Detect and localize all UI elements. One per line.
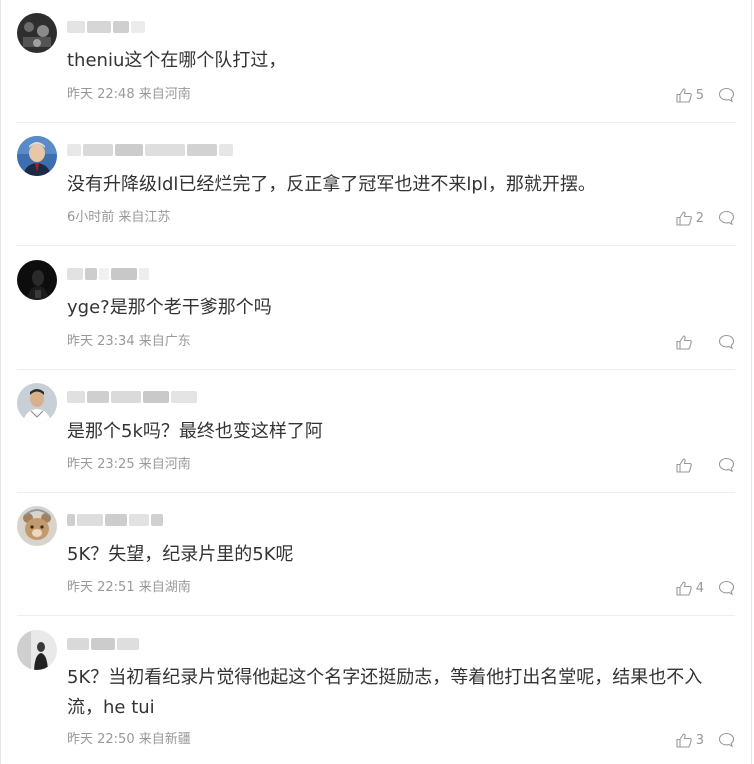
user-avatar[interactable]: [17, 506, 57, 546]
comment-bubble-icon: [718, 210, 735, 226]
user-avatar[interactable]: [17, 136, 57, 176]
username-redacted[interactable]: [67, 388, 197, 406]
comment-actions: [676, 333, 735, 351]
reply-button[interactable]: [718, 580, 735, 596]
reply-button[interactable]: [718, 334, 735, 350]
username-redacted[interactable]: [67, 18, 145, 36]
thumbs-up-icon: [676, 87, 692, 103]
comment-text: yge?是那个老干爹那个吗: [67, 297, 272, 318]
like-count: 4: [695, 580, 704, 596]
comment-meta: 昨天 22:48 来自河南: [67, 87, 191, 103]
comment-bubble-icon: [718, 457, 735, 473]
comment-bubble-icon: [718, 334, 735, 350]
reply-button[interactable]: [718, 87, 735, 103]
comment-text: 5K？失望，纪录片里的5K呢: [67, 544, 294, 565]
username-redacted[interactable]: [67, 511, 163, 529]
comment-actions: 2: [676, 209, 735, 227]
comment-location: 来自江苏: [118, 210, 171, 225]
user-avatar[interactable]: [17, 260, 57, 300]
comment-bubble-icon: [718, 732, 735, 748]
avatar-dark: [17, 13, 57, 53]
comment-location: 来自广东: [138, 334, 191, 349]
comment-item: theniu这个在哪个队打过， 昨天 22:48 来自河南 5: [1, 0, 753, 123]
avatar-figure: [17, 630, 57, 670]
comment-item: 是那个5k吗？最终也变这样了阿 昨天 23:25 来自河南: [1, 370, 753, 493]
comment-actions: 5: [676, 86, 735, 104]
avatar-bear: [17, 506, 57, 546]
user-avatar[interactable]: [17, 13, 57, 53]
thumbs-up-icon: [676, 334, 692, 350]
like-count: 3: [695, 732, 704, 748]
comment-item: yge?是那个老干爹那个吗 昨天 23:34 来自广东: [1, 246, 753, 370]
like-button[interactable]: 4: [676, 581, 704, 596]
comment-item: 5K？失望，纪录片里的5K呢 昨天 22:51 来自湖南 4: [1, 493, 753, 616]
comment-item: 没有升降级ldl已经烂完了，反正拿了冠军也进不来lpl，那就开摆。 6小时前 来…: [1, 123, 753, 246]
comment-meta: 昨天 23:25 来自河南: [67, 457, 191, 473]
comment-bubble-icon: [718, 580, 735, 596]
comment-text: 5K？当初看纪录片觉得他起这个名字还挺励志，等着他打出名堂呢，结果也不入流，he…: [67, 667, 703, 718]
comment-time: 昨天 23:25: [67, 457, 135, 472]
username-redacted[interactable]: [67, 265, 149, 283]
avatar-photo: [17, 383, 57, 423]
avatar-dark-figure: [17, 260, 57, 300]
thumbs-up-icon: [676, 457, 692, 473]
comment-location: 来自河南: [138, 457, 191, 472]
comment-time: 昨天 22:51: [67, 580, 135, 595]
comment-location: 来自河南: [138, 87, 191, 102]
like-button[interactable]: 5: [676, 88, 704, 103]
user-avatar[interactable]: [17, 383, 57, 423]
username-redacted[interactable]: [67, 635, 139, 653]
comment-meta: 昨天 22:50 来自新疆: [67, 732, 191, 748]
comment-location: 来自湖南: [138, 580, 191, 595]
comment-time: 昨天 22:50: [67, 732, 135, 747]
like-button[interactable]: 3: [676, 733, 704, 748]
thumbs-up-icon: [676, 732, 692, 748]
comment-time: 昨天 23:34: [67, 334, 135, 349]
like-button[interactable]: [676, 334, 696, 350]
comment-meta: 昨天 22:51 来自湖南: [67, 580, 191, 596]
comment-actions: 3: [676, 731, 735, 749]
thumbs-up-icon: [676, 210, 692, 226]
reply-button[interactable]: [718, 457, 735, 473]
like-count: 2: [695, 210, 704, 226]
comment-time: 6小时前: [67, 210, 115, 225]
reply-button[interactable]: [718, 732, 735, 748]
comment-actions: [676, 456, 735, 474]
comment-time: 昨天 22:48: [67, 87, 135, 102]
comment-meta: 昨天 23:34 来自广东: [67, 334, 191, 350]
like-count: 5: [695, 87, 704, 103]
avatar-man-suit: [17, 136, 57, 176]
comment-text: 是那个5k吗？最终也变这样了阿: [67, 421, 323, 442]
comment-meta: 6小时前 来自江苏: [67, 210, 170, 226]
username-redacted[interactable]: [67, 141, 233, 159]
comment-text: theniu这个在哪个队打过，: [67, 50, 287, 71]
thumbs-up-icon: [676, 580, 692, 596]
comment-location: 来自新疆: [138, 732, 191, 747]
like-button[interactable]: 2: [676, 211, 704, 226]
comment-text: 没有升降级ldl已经烂完了，反正拿了冠军也进不来lpl，那就开摆。: [67, 174, 596, 195]
reply-button[interactable]: [718, 210, 735, 226]
user-avatar[interactable]: [17, 630, 57, 670]
comment-actions: 4: [676, 579, 735, 597]
like-button[interactable]: [676, 457, 696, 473]
comment-item: 5K？当初看纪录片觉得他起这个名字还挺励志，等着他打出名堂呢，结果也不入流，he…: [1, 616, 753, 764]
comment-list: theniu这个在哪个队打过， 昨天 22:48 来自河南 5 没有升降级ldl…: [0, 0, 752, 764]
comment-bubble-icon: [718, 87, 735, 103]
